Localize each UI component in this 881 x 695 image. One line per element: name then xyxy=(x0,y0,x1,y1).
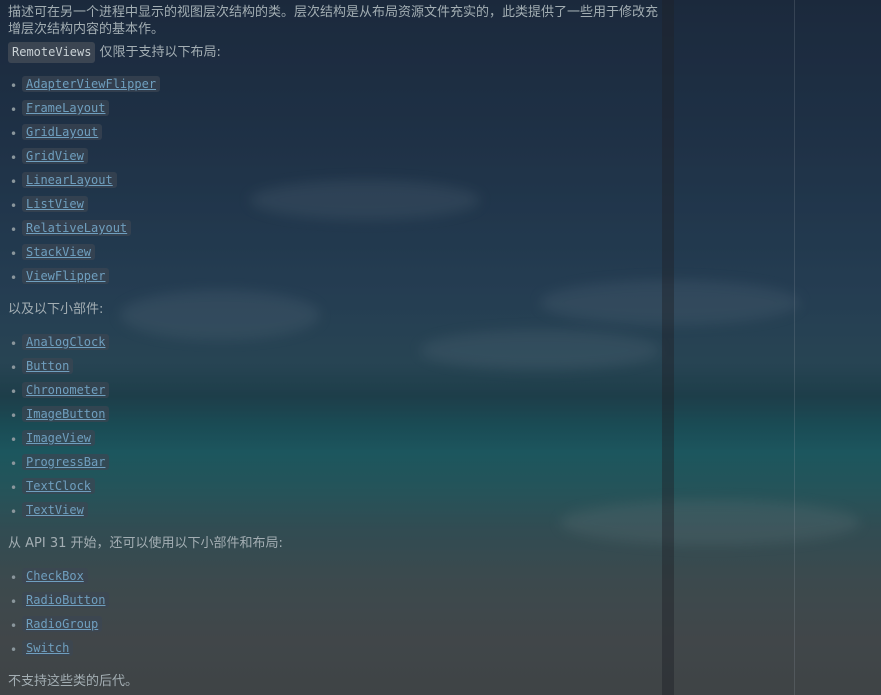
bullet-icon: • xyxy=(10,223,18,237)
bullet-icon: • xyxy=(10,505,18,519)
class-description: 描述可在另一个进程中显示的视图层次结构的类。层次结构是从布局资源文件充实的，此类… xyxy=(8,5,659,37)
widget-link[interactable]: Chronometer xyxy=(22,382,110,398)
list-item: • ViewFlipper xyxy=(8,264,662,288)
layout-link[interactable]: GridLayout xyxy=(22,124,103,140)
list-item: • GridView xyxy=(8,144,662,168)
list-item: • RelativeLayout xyxy=(8,216,662,240)
api31-link[interactable]: RadioButton xyxy=(22,592,110,608)
bullet-icon: • xyxy=(10,127,18,141)
bullet-icon: • xyxy=(10,433,18,447)
list-item: • Switch xyxy=(8,636,662,660)
bullet-icon: • xyxy=(10,619,18,633)
documentation-panel: 描述可在另一个进程中显示的视图层次结构的类。层次结构是从布局资源文件充实的，此类… xyxy=(8,0,662,692)
editor-gutter xyxy=(662,0,674,695)
list-item: • ImageView xyxy=(8,426,662,450)
list-item: • LinearLayout xyxy=(8,168,662,192)
bullet-icon: • xyxy=(10,337,18,351)
widget-link[interactable]: Button xyxy=(22,358,74,374)
intro-text: 仅限于支持以下布局: xyxy=(99,44,221,60)
layout-link[interactable]: RelativeLayout xyxy=(22,220,132,236)
bullet-icon: • xyxy=(10,457,18,471)
widget-link[interactable]: ImageView xyxy=(22,430,96,446)
list-item: • CheckBox xyxy=(8,564,662,588)
list-item: • ListView xyxy=(8,192,662,216)
layout-link[interactable]: StackView xyxy=(22,244,96,260)
bullet-icon: • xyxy=(10,103,18,117)
bullet-icon: • xyxy=(10,643,18,657)
widget-link[interactable]: ImageButton xyxy=(22,406,110,422)
remoteviews-code: RemoteViews xyxy=(8,41,96,63)
layout-link[interactable]: ViewFlipper xyxy=(22,268,110,284)
bullet-icon: • xyxy=(10,247,18,261)
list-item: • StackView xyxy=(8,240,662,264)
list-item: • GridLayout xyxy=(8,120,662,144)
list-item: • AdapterViewFlipper xyxy=(8,72,662,96)
layout-link[interactable]: FrameLayout xyxy=(22,100,110,116)
layouts-list: • AdapterViewFlipper • FrameLayout • GridLa… xyxy=(8,72,662,288)
bullet-icon: • xyxy=(10,571,18,585)
api31-link[interactable]: RadioGroup xyxy=(22,616,103,632)
bullet-icon: • xyxy=(10,361,18,375)
bullet-icon: • xyxy=(10,79,18,93)
bullet-icon: • xyxy=(10,199,18,213)
api31-link[interactable]: CheckBox xyxy=(22,568,88,584)
list-item: • FrameLayout xyxy=(8,96,662,120)
bullet-icon: • xyxy=(10,481,18,495)
layout-link[interactable]: AdapterViewFlipper xyxy=(22,76,161,92)
list-item: • TextView xyxy=(8,498,662,522)
list-item: • AnalogClock xyxy=(8,330,662,354)
list-item: • RadioButton xyxy=(8,588,662,612)
api31-link[interactable]: Switch xyxy=(22,640,74,656)
list-item: • RadioGroup xyxy=(8,612,662,636)
widget-link[interactable]: TextClock xyxy=(22,478,96,494)
footer-note: 不支持这些类的后代。 xyxy=(8,673,139,689)
widgets-list: • AnalogClock • Button • Chronometer • Image… xyxy=(8,330,662,522)
bullet-icon: • xyxy=(10,409,18,423)
widgets-heading: 以及以下小部件: xyxy=(8,301,104,317)
bullet-icon: • xyxy=(10,151,18,165)
widget-link[interactable]: AnalogClock xyxy=(22,334,110,350)
list-item: • Chronometer xyxy=(8,378,662,402)
widget-link[interactable]: TextView xyxy=(22,502,88,518)
right-margin-guide xyxy=(794,0,795,695)
layout-link[interactable]: GridView xyxy=(22,148,88,164)
list-item: • ImageButton xyxy=(8,402,662,426)
layout-link[interactable]: ListView xyxy=(22,196,88,212)
api31-list: • CheckBox • RadioButton • RadioGroup • Swit… xyxy=(8,564,662,660)
bullet-icon: • xyxy=(10,271,18,285)
api31-heading: 从 API 31 开始，还可以使用以下小部件和布局: xyxy=(8,535,283,551)
widget-link[interactable]: ProgressBar xyxy=(22,454,110,470)
list-item: • ProgressBar xyxy=(8,450,662,474)
intro-line: RemoteViews 仅限于支持以下布局: xyxy=(8,41,662,63)
list-item: • TextClock xyxy=(8,474,662,498)
bullet-icon: • xyxy=(10,385,18,399)
bullet-icon: • xyxy=(10,175,18,189)
bullet-icon: • xyxy=(10,595,18,609)
list-item: • Button xyxy=(8,354,662,378)
layout-link[interactable]: LinearLayout xyxy=(22,172,117,188)
